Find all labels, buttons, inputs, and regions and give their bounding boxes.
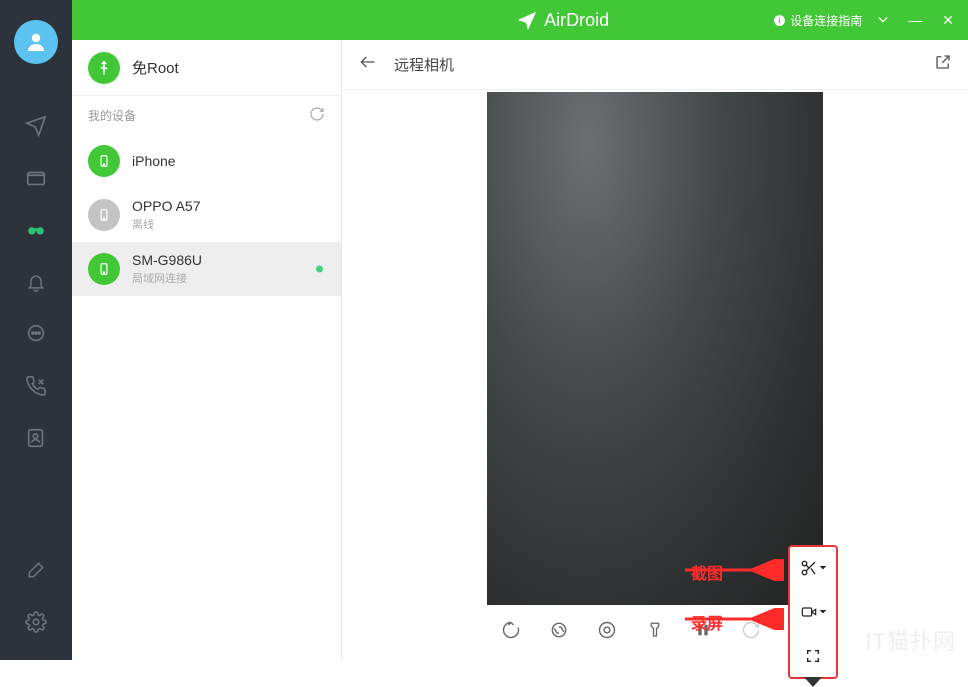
content-area: 远程相机 — [342, 40, 968, 660]
left-rail — [0, 0, 72, 660]
rotate-icon — [501, 620, 521, 640]
tool-popover — [788, 545, 838, 679]
camera-feed — [487, 92, 823, 605]
root-mode-row[interactable]: 免Root — [72, 40, 341, 96]
binoculars-icon — [25, 219, 47, 241]
refresh-icon — [309, 106, 325, 122]
arrow-left-icon — [358, 52, 378, 72]
connection-guide-link[interactable]: 设备连接指南 — [773, 12, 862, 29]
aperture-icon — [597, 620, 617, 640]
rail-send[interactable] — [16, 106, 56, 146]
devices-section-header: 我的设备 — [72, 96, 341, 134]
bell-icon — [26, 271, 46, 293]
caret-down-icon — [819, 608, 827, 616]
usb-icon — [96, 60, 112, 76]
minimize-button[interactable]: — — [904, 12, 926, 28]
rail-discover[interactable] — [16, 210, 56, 250]
fullscreen-button[interactable] — [793, 641, 833, 671]
edit-icon — [26, 560, 46, 580]
device-item-oppo[interactable]: OPPO A57 离线 — [72, 188, 341, 242]
app-logo: AirDroid — [516, 9, 609, 31]
folder-icon — [25, 167, 47, 189]
phone-device-icon — [97, 262, 111, 276]
device-icon — [88, 253, 120, 285]
scissors-icon — [800, 559, 818, 577]
root-label: 免Root — [132, 57, 179, 78]
rail-edit[interactable] — [16, 550, 56, 590]
phone-device-icon — [97, 154, 111, 168]
device-status: 局域网连接 — [132, 270, 325, 286]
paper-plane-icon — [25, 115, 47, 137]
info-icon — [773, 14, 786, 27]
content-header: 远程相机 — [342, 40, 968, 90]
device-name: SM-G986U — [132, 252, 325, 268]
section-label: 我的设备 — [88, 107, 136, 124]
titlebar: AirDroid 设备连接指南 — ✕ — [72, 0, 968, 40]
phone-device-icon — [97, 208, 111, 222]
focus-button[interactable] — [589, 612, 625, 648]
switch-camera-button[interactable] — [541, 612, 577, 648]
avatar[interactable] — [14, 20, 58, 64]
user-icon — [24, 30, 48, 54]
rotate-button[interactable] — [493, 612, 529, 648]
root-badge — [88, 52, 120, 84]
device-status: 离线 — [132, 216, 325, 232]
camera-viewer: 截图 录屏 IT猫扑网 — [342, 90, 968, 660]
phone-missed-icon — [25, 375, 47, 397]
caret-down-icon — [878, 15, 888, 25]
airdroid-logo-icon — [516, 9, 538, 31]
online-dot-icon — [316, 266, 323, 273]
refresh-devices-button[interactable] — [309, 106, 325, 125]
titlebar-dropdown[interactable] — [874, 12, 892, 28]
device-panel: 免Root 我的设备 iPhone — [72, 40, 342, 660]
close-button[interactable]: ✕ — [938, 12, 958, 29]
caret-down-icon — [819, 564, 827, 572]
switch-camera-icon — [549, 620, 569, 640]
chat-icon — [25, 323, 47, 345]
device-name: OPPO A57 — [132, 198, 325, 214]
external-link-icon — [934, 53, 952, 71]
device-icon — [88, 145, 120, 177]
flashlight-icon — [646, 620, 664, 640]
rail-contacts[interactable] — [16, 418, 56, 458]
rail-call[interactable] — [16, 366, 56, 406]
flashlight-button[interactable] — [637, 612, 673, 648]
rail-notify[interactable] — [16, 262, 56, 302]
contact-icon — [25, 427, 47, 449]
device-icon — [88, 199, 120, 231]
main-area: AirDroid 设备连接指南 — ✕ 免Ro — [72, 0, 968, 660]
gear-icon — [25, 611, 47, 633]
device-name: iPhone — [132, 153, 325, 169]
app-name: AirDroid — [544, 10, 609, 31]
screenshot-button[interactable] — [793, 553, 833, 583]
annotation-record: 录屏 — [691, 610, 723, 634]
video-icon — [800, 604, 818, 620]
watermark: IT猫扑网 — [865, 624, 956, 656]
rail-chat[interactable] — [16, 314, 56, 354]
back-button[interactable] — [358, 52, 378, 77]
record-button[interactable] — [793, 597, 833, 627]
page-title: 远程相机 — [394, 54, 918, 75]
rail-settings[interactable] — [16, 602, 56, 642]
guide-text: 设备连接指南 — [790, 12, 862, 29]
annotation-screenshot: 截图 — [691, 560, 723, 584]
fullscreen-icon — [805, 648, 821, 664]
popout-button[interactable] — [934, 53, 952, 76]
device-item-iphone[interactable]: iPhone — [72, 134, 341, 188]
device-item-samsung[interactable]: SM-G986U 局域网连接 — [72, 242, 341, 296]
rail-folder[interactable] — [16, 158, 56, 198]
